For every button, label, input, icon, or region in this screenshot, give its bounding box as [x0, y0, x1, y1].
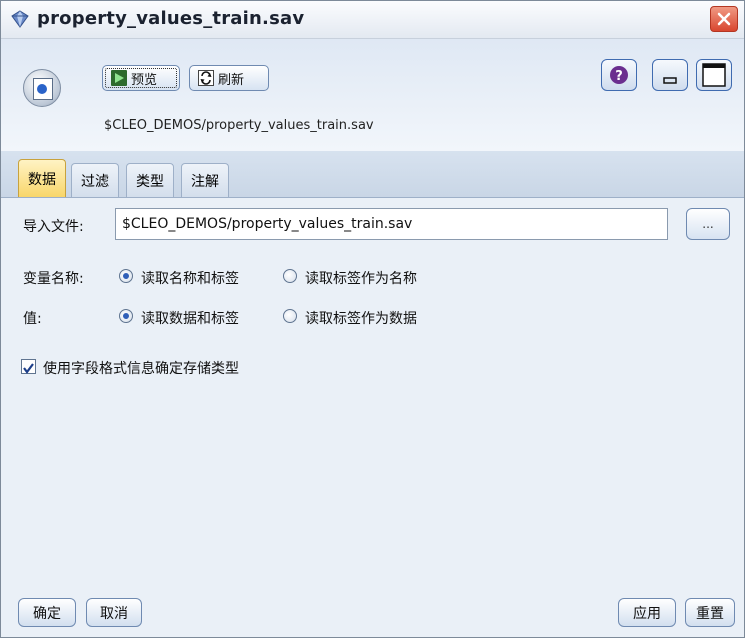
minimize-button[interactable] — [652, 59, 688, 91]
data-tab-panel: 导入文件: ... 变量名称: 读取名称和标签 读取标签作为名称 值: 读取数据… — [1, 198, 744, 583]
preview-button[interactable]: 预览 — [102, 65, 180, 91]
values-label: 值: — [23, 311, 42, 327]
maximize-button[interactable] — [696, 59, 732, 91]
radio-label: 读取标签作为数据 — [305, 311, 417, 327]
help-button[interactable]: ? — [601, 59, 637, 91]
tab-data[interactable]: 数据 — [18, 159, 66, 197]
button-bar: 确定 取消 应用 重置 — [1, 583, 744, 637]
preview-label: 预览 — [131, 72, 158, 88]
svg-text:?: ? — [615, 69, 623, 84]
radio-label: 读取数据和标签 — [141, 311, 239, 327]
maximize-icon — [702, 63, 726, 87]
file-path-label: $CLEO_DEMOS/property_values_train.sav — [104, 118, 374, 133]
refresh-button[interactable]: 刷新 — [189, 65, 269, 91]
radio-read-labels-as-names[interactable] — [283, 269, 297, 283]
tab-filter[interactable]: 过滤 — [71, 163, 119, 197]
close-icon — [717, 12, 731, 26]
radio-label: 读取标签作为名称 — [305, 271, 417, 287]
toolbar: 预览 刷新 ? $CLEO_DEMOS/property_values_trai… — [1, 39, 744, 151]
radio-read-names-and-labels[interactable] — [119, 269, 133, 283]
title-bar[interactable]: property_values_train.sav — [1, 1, 744, 39]
cancel-button[interactable]: 取消 — [86, 598, 142, 627]
tab-label: 注解 — [191, 173, 219, 190]
minimize-icon — [663, 77, 677, 84]
close-button[interactable] — [710, 6, 738, 32]
source-node-icon — [23, 69, 61, 107]
tab-label: 过滤 — [81, 173, 109, 190]
dialog-window: property_values_train.sav 预览 刷新 ? $CLEO_… — [0, 0, 745, 638]
apply-button[interactable]: 应用 — [618, 598, 676, 627]
refresh-label: 刷新 — [218, 72, 245, 88]
variable-names-label: 变量名称: — [23, 271, 84, 287]
tab-bar: 数据 过滤 类型 注解 — [1, 151, 744, 198]
radio-label: 读取名称和标签 — [141, 271, 239, 287]
browse-button[interactable]: ... — [686, 208, 730, 240]
tab-type[interactable]: 类型 — [126, 163, 174, 197]
radio-read-data-and-labels[interactable] — [119, 309, 133, 323]
play-icon — [111, 70, 127, 86]
tab-label: 类型 — [136, 173, 164, 190]
gem-icon — [11, 10, 29, 28]
tab-label: 数据 — [28, 171, 56, 188]
import-file-label: 导入文件: — [23, 219, 84, 235]
reset-button[interactable]: 重置 — [685, 598, 735, 627]
use-format-checkbox[interactable] — [21, 359, 36, 374]
radio-read-labels-as-data[interactable] — [283, 309, 297, 323]
use-format-label: 使用字段格式信息确定存储类型 — [43, 361, 239, 377]
checkmark-icon — [23, 363, 34, 374]
tab-annotation[interactable]: 注解 — [181, 163, 229, 197]
help-icon: ? — [610, 66, 628, 84]
refresh-icon — [198, 70, 214, 86]
import-file-input[interactable] — [115, 208, 668, 240]
ok-button[interactable]: 确定 — [18, 598, 76, 627]
window-title: property_values_train.sav — [37, 8, 305, 29]
